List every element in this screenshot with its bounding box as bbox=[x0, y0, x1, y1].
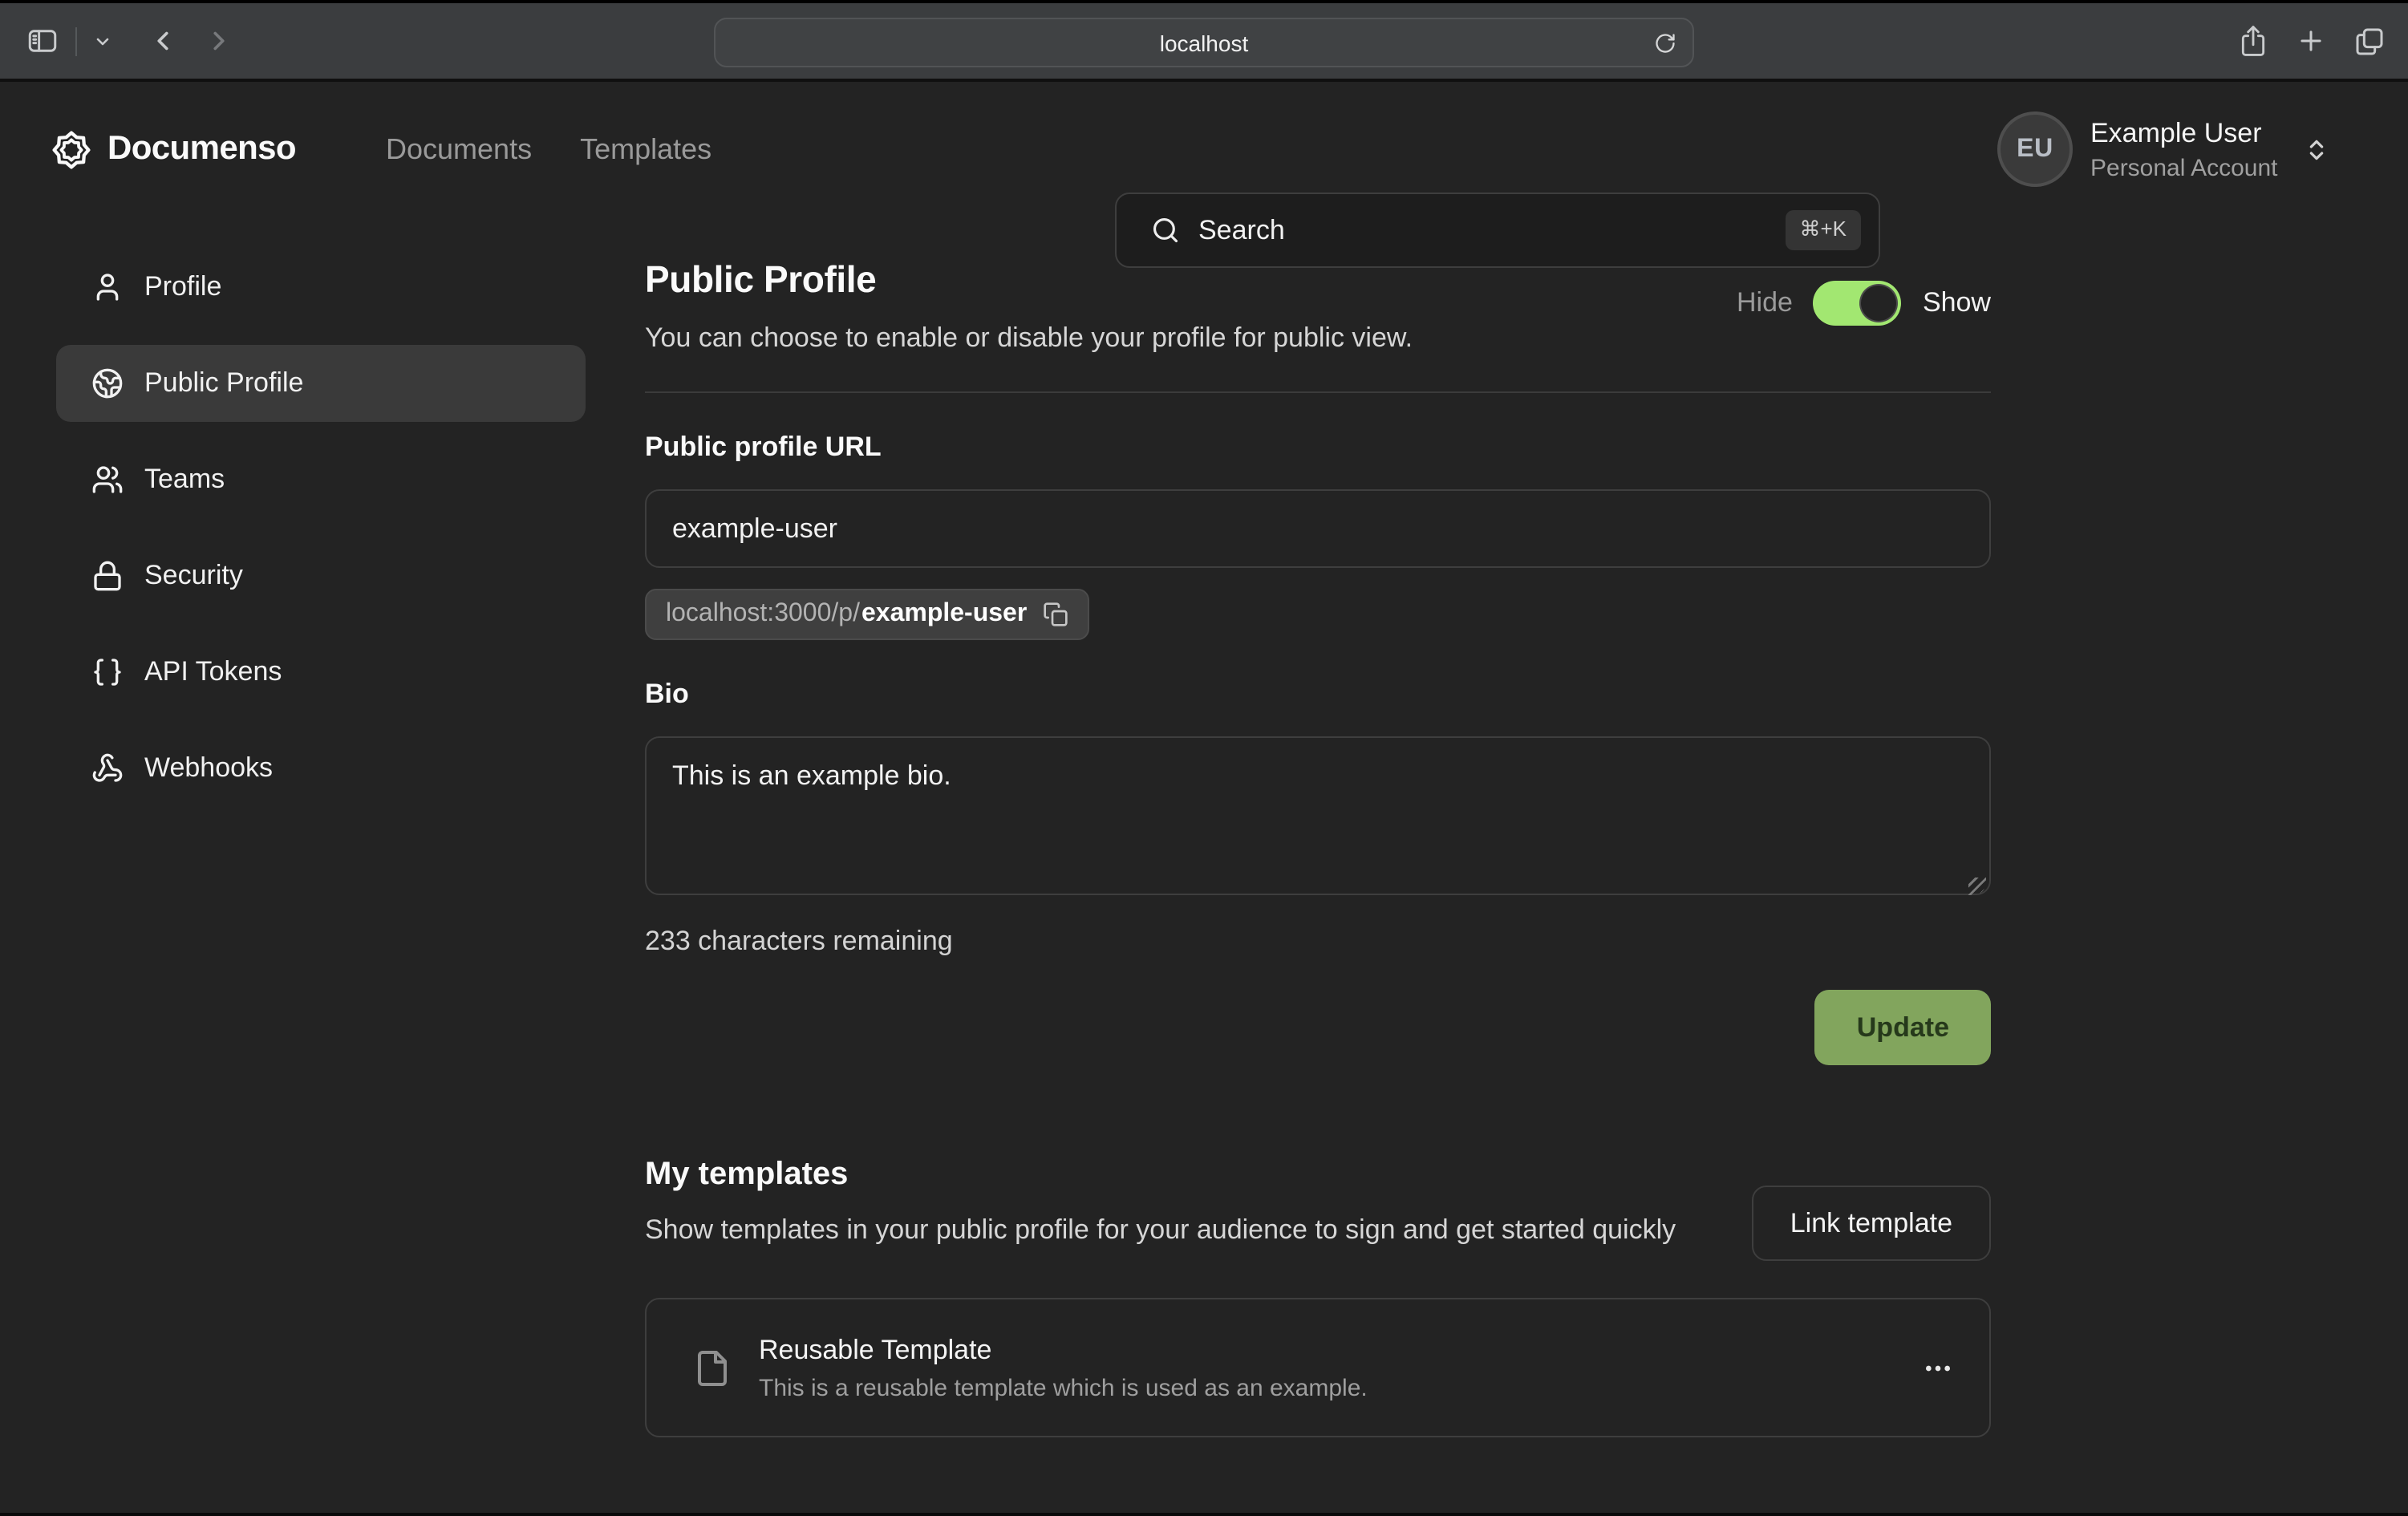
my-templates-description: Show templates in your public profile fo… bbox=[645, 1210, 1752, 1252]
user-name: Example User bbox=[2090, 117, 2278, 149]
toggle-show-label: Show bbox=[1923, 287, 1991, 319]
avatar: EU bbox=[1997, 111, 2073, 187]
public-profile-url-input[interactable] bbox=[645, 489, 1991, 568]
toggle-hide-label: Hide bbox=[1737, 287, 1793, 319]
documenso-logo-icon bbox=[50, 128, 93, 171]
browser-toolbar-left bbox=[26, 24, 234, 58]
search-placeholder: Search bbox=[1198, 214, 1785, 246]
top-nav: Documents Templates bbox=[386, 132, 711, 166]
brand-name: Documenso bbox=[107, 130, 296, 168]
bio-textarea[interactable]: This is an example bio. bbox=[645, 736, 1991, 895]
sidebar-toggle-icon[interactable] bbox=[26, 24, 59, 58]
new-tab-plus-icon[interactable] bbox=[2296, 26, 2326, 56]
settings-sidebar: Profile Public Profile Teams bbox=[56, 217, 586, 1438]
update-row: Update bbox=[645, 990, 1991, 1065]
template-actions-menu-icon[interactable] bbox=[1922, 1352, 1954, 1384]
page-description: You can choose to enable or disable your… bbox=[645, 322, 1991, 355]
search-input[interactable]: Search ⌘+K bbox=[1115, 193, 1880, 268]
globe-icon bbox=[91, 367, 124, 399]
sidebar-item-api-tokens[interactable]: API Tokens bbox=[56, 634, 586, 711]
nav-documents[interactable]: Documents bbox=[386, 132, 532, 166]
share-icon[interactable] bbox=[2238, 24, 2268, 58]
users-icon bbox=[91, 464, 124, 496]
public-profile-section-head: Public Profile You can choose to enable … bbox=[645, 258, 1991, 355]
bio-wrap: This is an example bio. bbox=[645, 711, 1991, 903]
sidebar-item-webhooks[interactable]: Webhooks bbox=[56, 730, 586, 807]
sidebar-item-label: Security bbox=[144, 560, 243, 592]
search-shortcut-badge: ⌘+K bbox=[1785, 210, 1861, 250]
copy-icon[interactable] bbox=[1043, 602, 1068, 627]
main-panel: Public Profile You can choose to enable … bbox=[645, 217, 1991, 1438]
webhook-icon bbox=[91, 752, 124, 784]
template-title: Reusable Template bbox=[759, 1335, 1368, 1367]
brand[interactable]: Documenso bbox=[50, 128, 296, 171]
app-page: Documenso Documents Templates Search ⌘+K… bbox=[0, 82, 2408, 1513]
reload-icon[interactable] bbox=[1654, 31, 1676, 54]
tab-overview-icon[interactable] bbox=[2353, 25, 2386, 57]
toolbar-divider bbox=[75, 26, 77, 55]
sidebar-item-public-profile[interactable]: Public Profile bbox=[56, 345, 586, 422]
browser-toolbar: localhost bbox=[0, 3, 2408, 82]
my-templates-head: My templates Show templates in your publ… bbox=[645, 1157, 1991, 1252]
template-card[interactable]: Reusable Template This is a reusable tem… bbox=[645, 1299, 1991, 1438]
chevrons-up-down-icon bbox=[2304, 136, 2329, 162]
screen: localhost bbox=[0, 0, 2408, 1516]
sidebar-item-label: Teams bbox=[144, 464, 225, 496]
user-menu[interactable]: EU Example User Personal Account bbox=[1997, 111, 2329, 187]
link-template-button[interactable]: Link template bbox=[1752, 1186, 1991, 1261]
public-profile-url-label: Public profile URL bbox=[645, 432, 1991, 464]
profile-link-prefix: localhost:3000/p/ bbox=[666, 600, 860, 629]
section-divider bbox=[645, 391, 1991, 393]
sidebar-chevron-down-icon[interactable] bbox=[93, 31, 112, 51]
content: Profile Public Profile Teams bbox=[0, 217, 2408, 1438]
forward-arrow-icon[interactable] bbox=[204, 26, 234, 56]
address-bar-url: localhost bbox=[1160, 30, 1249, 55]
lock-icon bbox=[91, 560, 124, 592]
sidebar-item-label: API Tokens bbox=[144, 656, 282, 688]
back-arrow-icon[interactable] bbox=[148, 26, 178, 56]
sidebar-item-profile[interactable]: Profile bbox=[56, 249, 586, 326]
sidebar-item-label: Profile bbox=[144, 271, 221, 303]
user-account-type: Personal Account bbox=[2090, 154, 2278, 181]
sidebar-item-label: Public Profile bbox=[144, 367, 303, 399]
profile-link-slug: example-user bbox=[861, 600, 1027, 629]
search-icon bbox=[1150, 215, 1181, 245]
history-arrows bbox=[148, 26, 234, 56]
profile-visibility-toggle-row: Hide Show bbox=[1737, 281, 1991, 326]
address-bar[interactable]: localhost bbox=[714, 18, 1694, 67]
sidebar-item-teams[interactable]: Teams bbox=[56, 441, 586, 518]
file-icon bbox=[693, 1346, 732, 1391]
braces-icon bbox=[91, 656, 124, 688]
profile-link-chip[interactable]: localhost:3000/p/ example-user bbox=[645, 589, 1089, 640]
user-icon bbox=[91, 271, 124, 303]
browser-toolbar-right bbox=[2238, 3, 2386, 79]
update-button[interactable]: Update bbox=[1815, 990, 1991, 1065]
template-card-texts: Reusable Template This is a reusable tem… bbox=[759, 1335, 1368, 1402]
user-texts: Example User Personal Account bbox=[2090, 117, 2278, 181]
nav-templates[interactable]: Templates bbox=[580, 132, 711, 166]
switch-knob bbox=[1860, 284, 1899, 322]
template-description: This is a reusable template which is use… bbox=[759, 1375, 1368, 1402]
app-header: Documenso Documents Templates Search ⌘+K… bbox=[0, 82, 2408, 217]
characters-remaining: 233 characters remaining bbox=[645, 926, 1991, 958]
sidebar-item-label: Webhooks bbox=[144, 752, 273, 784]
profile-visibility-switch[interactable] bbox=[1814, 281, 1902, 326]
bio-label: Bio bbox=[645, 679, 1991, 711]
sidebar-item-security[interactable]: Security bbox=[56, 537, 586, 614]
